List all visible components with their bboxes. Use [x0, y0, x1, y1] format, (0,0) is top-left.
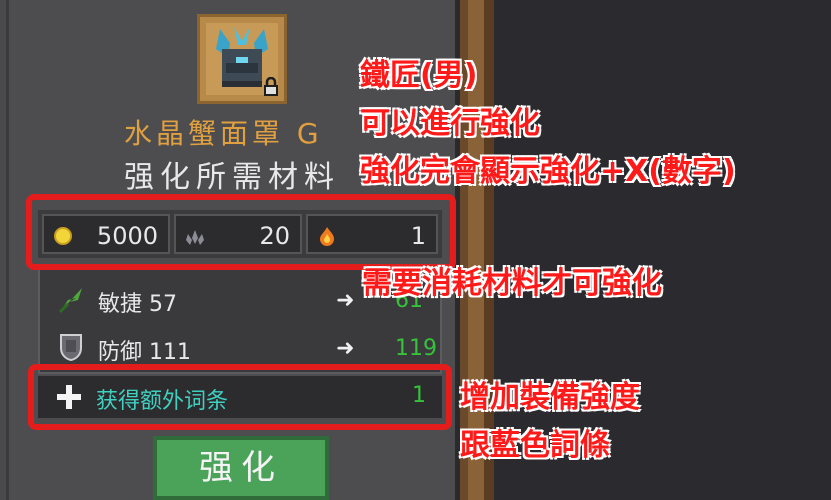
- crystal-icon: [184, 226, 206, 254]
- materials-title: 强化所需材料: [124, 160, 340, 195]
- stat-label-defense: 防御 111: [98, 340, 191, 365]
- annotation-note-1c: 強化完會顯示強化+X(數字): [360, 154, 736, 189]
- lock-icon: [262, 76, 280, 97]
- stat-label-agility: 敏捷 57: [98, 292, 177, 317]
- flame-cost-value: 1: [410, 222, 426, 250]
- stat-row-defense: 防御 111 ➜ 119: [40, 328, 440, 368]
- defense-shield-icon: [58, 332, 84, 366]
- crystal-cost-value: 20: [259, 222, 290, 250]
- extra-affix-count: 1: [412, 383, 426, 408]
- annotation-note-2: 需要消耗材料才可強化: [362, 266, 662, 301]
- extra-affix-label: 获得额外词条: [96, 389, 229, 414]
- gold-cost-value: 5000: [96, 222, 158, 250]
- item-slot[interactable]: [197, 14, 287, 104]
- gold-cost: 5000: [42, 214, 170, 254]
- extra-affix-row: 获得额外词条 1: [38, 376, 442, 418]
- cost-row: 5000 20 1: [38, 210, 442, 258]
- flame-icon: [316, 225, 338, 253]
- annotation-note-1a: 鐵匠(男): [360, 58, 478, 93]
- enhance-button[interactable]: 强化: [153, 436, 329, 500]
- crystal-cost: 20: [174, 214, 302, 254]
- plus-icon: [56, 384, 82, 410]
- stat-new-defense: 119: [395, 336, 437, 361]
- gold-coin-icon: [54, 227, 72, 245]
- arrow-right-icon: ➜: [336, 336, 355, 361]
- annotation-note-3a: 增加裝備強度: [460, 380, 640, 415]
- annotation-note-1b: 可以進行強化: [360, 106, 540, 141]
- item-name: 水晶蟹面罩 G: [124, 117, 323, 150]
- flame-cost: 1: [306, 214, 438, 254]
- annotation-note-3b: 跟藍色詞條: [460, 428, 610, 463]
- agility-feather-icon: [56, 286, 86, 318]
- arrow-right-icon: ➜: [336, 288, 355, 313]
